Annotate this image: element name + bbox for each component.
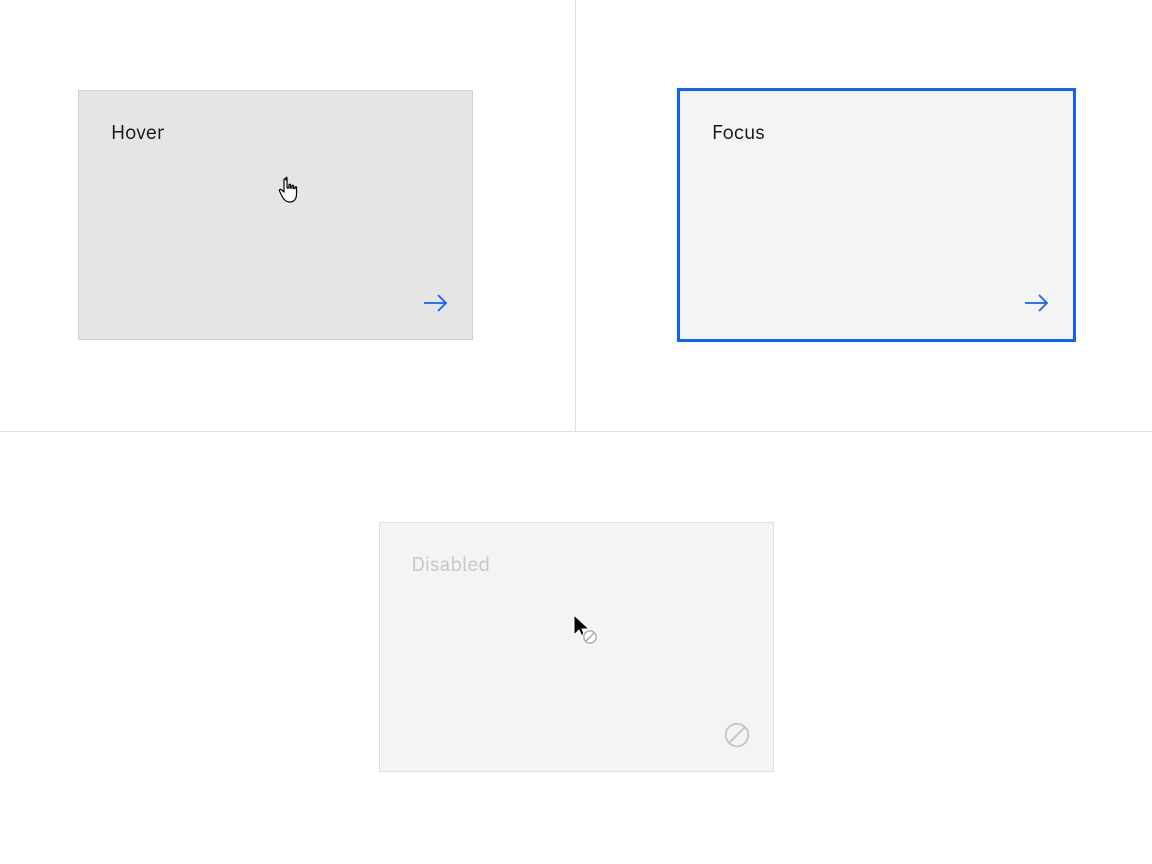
prohibit-icon bbox=[717, 715, 757, 755]
states-top-row: Hover Focus bbox=[0, 0, 1152, 432]
clickable-tile-hover[interactable]: Hover bbox=[78, 90, 473, 340]
clickable-tile-disabled: Disabled bbox=[379, 522, 774, 772]
hover-cell: Hover bbox=[0, 0, 576, 431]
states-bottom-row: Disabled bbox=[0, 432, 1152, 864]
clickable-tile-focus[interactable]: Focus bbox=[679, 90, 1074, 340]
tile-label: Hover bbox=[111, 119, 440, 145]
focus-cell: Focus bbox=[576, 0, 1152, 431]
not-allowed-cursor-icon bbox=[570, 613, 600, 652]
arrow-right-icon bbox=[1017, 283, 1057, 323]
arrow-right-icon bbox=[416, 283, 456, 323]
tile-label: Focus bbox=[712, 119, 1041, 145]
tile-label: Disabled bbox=[412, 551, 741, 577]
pointer-cursor-icon bbox=[277, 176, 303, 211]
